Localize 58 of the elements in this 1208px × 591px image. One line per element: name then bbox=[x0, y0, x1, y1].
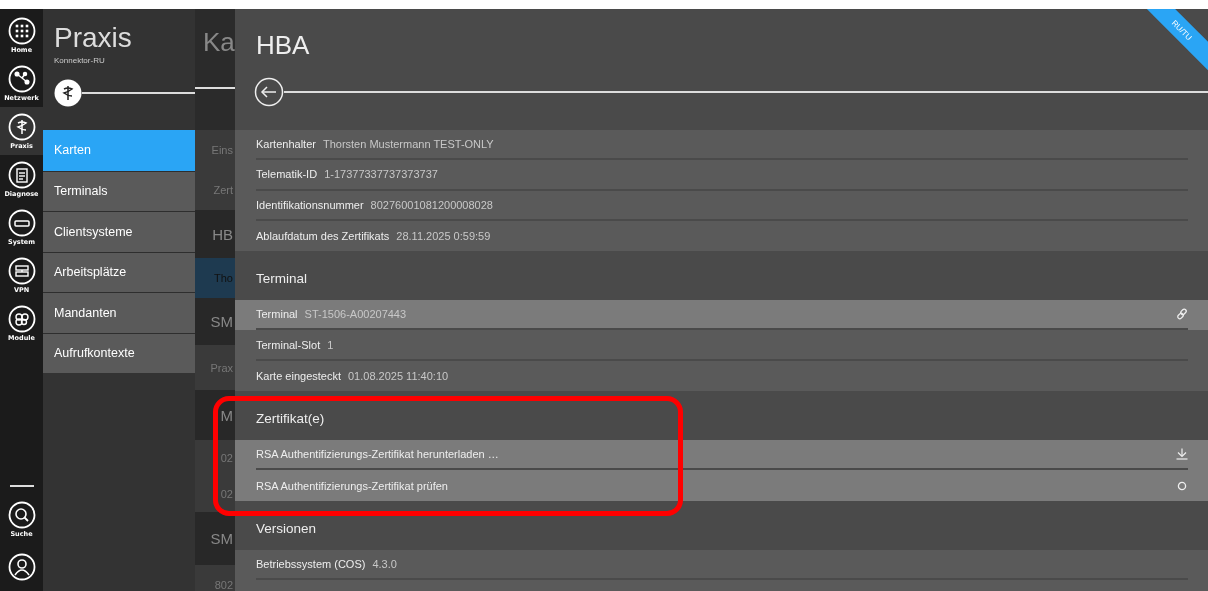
nav-item[interactable]: Aufrufkontexte bbox=[43, 332, 195, 373]
section-label: SM bbox=[210, 313, 233, 330]
molecule-icon bbox=[7, 304, 36, 333]
row-label: Eins bbox=[211, 144, 233, 156]
clipboard-icon bbox=[7, 160, 36, 189]
field-value: 4.3.0 bbox=[372, 557, 397, 570]
field-value: 28.11.2025 0:59:59 bbox=[396, 230, 491, 243]
row-label: 802 bbox=[214, 579, 233, 591]
row-label: 02 bbox=[220, 451, 233, 464]
list-title: Ka bbox=[203, 27, 235, 58]
vpn-icon bbox=[7, 256, 36, 285]
field-label: Kartenhalter bbox=[256, 138, 316, 151]
field-value: 80276001081200008028 bbox=[370, 198, 493, 211]
field-value: ST-1506-A00207443 bbox=[304, 308, 407, 321]
field-value: Thorsten Mustermann TEST-ONLY bbox=[322, 138, 494, 151]
section-label: M bbox=[220, 406, 233, 424]
field-label: Terminal bbox=[256, 308, 298, 321]
nav-item[interactable]: Terminals bbox=[43, 170, 195, 211]
link-icon bbox=[1176, 308, 1188, 321]
section-label: SM bbox=[210, 530, 233, 547]
field-value: 1 bbox=[327, 338, 334, 351]
field-label: Telematik-ID bbox=[256, 168, 318, 181]
drive-icon bbox=[7, 208, 36, 237]
network-icon bbox=[7, 64, 36, 93]
nav-item[interactable]: Mandanten bbox=[43, 292, 195, 333]
field-label: Terminal-Slot bbox=[256, 338, 321, 351]
action-row[interactable]: RSA Authentifizierungs-Zertifikat prüfen bbox=[235, 470, 1208, 501]
app-subtitle: Konnektor-RU bbox=[54, 56, 105, 65]
detail-title: HBA bbox=[256, 29, 310, 61]
field-label: Ablaufdatum des Zertifikats bbox=[256, 230, 390, 243]
nav-item[interactable]: Arbeitsplätze bbox=[43, 251, 195, 292]
user-icon bbox=[7, 553, 36, 581]
section-title: Zertifikat(e) bbox=[256, 411, 325, 427]
action-row[interactable]: RSA Authentifizierungs-Zertifikat herunterladen … bbox=[235, 440, 1208, 471]
search-icon bbox=[7, 500, 36, 529]
section-label: HB bbox=[212, 225, 233, 243]
section-title: Terminal bbox=[256, 271, 307, 287]
caduceus-icon bbox=[54, 79, 82, 107]
row-label: 02 bbox=[220, 487, 233, 500]
detail-row[interactable]: Terminal ST-1506-A00207443 bbox=[235, 300, 1208, 331]
circle-icon bbox=[1176, 479, 1188, 492]
field-label: Karte eingesteckt bbox=[256, 369, 341, 382]
field-value: 1-17377337737373737 bbox=[324, 168, 438, 181]
field-label: Identifikationsnummer bbox=[256, 198, 364, 211]
app-title: Praxis bbox=[54, 21, 133, 55]
row-label: Prax bbox=[210, 361, 233, 374]
field-value: 01.08.2025 11:40:10 bbox=[348, 369, 449, 382]
row-label: Zert bbox=[213, 184, 233, 196]
row-label: Tho bbox=[214, 272, 233, 284]
action-label: RSA Authentifizierungs-Zertifikat prüfen bbox=[256, 479, 448, 492]
section-title: Versionen bbox=[256, 520, 317, 536]
caduceus-icon bbox=[7, 112, 36, 141]
action-label: RSA Authentifizierungs-Zertifikat herunterladen … bbox=[256, 448, 499, 461]
nav-item[interactable]: Clientsysteme bbox=[43, 211, 195, 252]
back-button[interactable] bbox=[254, 77, 284, 107]
download-icon bbox=[1176, 448, 1188, 461]
field-label: Betriebssystem (COS) bbox=[256, 557, 366, 570]
grid-icon bbox=[7, 16, 36, 45]
